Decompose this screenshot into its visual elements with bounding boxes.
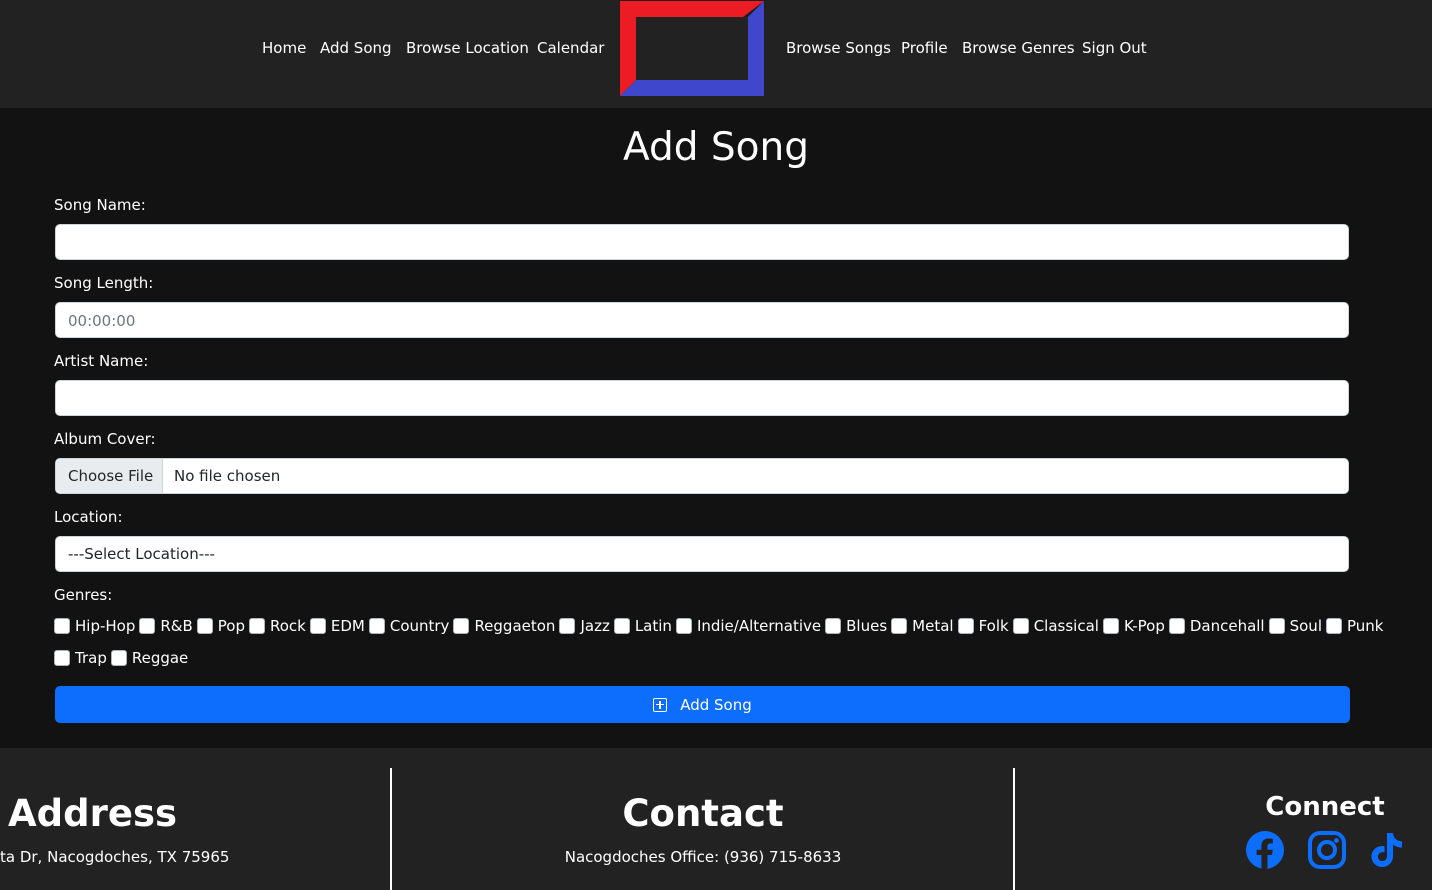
contact-text: Nacogdoches Office: (936) 715-8633 (564, 848, 842, 866)
plus-square-icon (653, 697, 668, 712)
genre-soul[interactable]: Soul (1268, 616, 1322, 636)
nav-home[interactable]: Home (262, 38, 306, 58)
genre-k-pop[interactable]: K-Pop (1102, 616, 1165, 636)
tiktok-icon[interactable] (1367, 830, 1407, 870)
genres-row-1: Hip-Hop R&B Pop Rock EDM Country Reggaet… (54, 615, 1383, 637)
genre-punk[interactable]: Punk (1325, 616, 1383, 636)
location-selected: ---Select Location--- (68, 545, 215, 563)
genre-metal[interactable]: Metal (891, 616, 954, 636)
checkbox[interactable] (139, 618, 156, 634)
checkbox[interactable] (110, 650, 127, 666)
checkbox[interactable] (825, 618, 842, 634)
footer-divider (1013, 768, 1015, 890)
checkbox[interactable] (559, 618, 576, 634)
genre-edm[interactable]: EDM (309, 616, 365, 636)
checkbox[interactable] (1012, 618, 1029, 634)
genre-reggaeton[interactable]: Reggaeton (453, 616, 555, 636)
nav-browse-songs[interactable]: Browse Songs (786, 38, 891, 58)
genre-rock[interactable]: Rock (249, 616, 306, 636)
album-cover-label: Album Cover: (54, 430, 156, 448)
facebook-icon[interactable] (1245, 830, 1285, 870)
genres-label: Genres: (54, 586, 113, 604)
genres-checkbox-group: Hip-Hop R&B Pop Rock EDM Country Reggaet… (54, 615, 1383, 679)
genres-row-2: Trap Reggae (54, 647, 1354, 669)
song-length-placeholder: 00:00:00 (68, 312, 136, 330)
nav-calendar[interactable]: Calendar (537, 38, 604, 58)
add-song-button[interactable]: Add Song (55, 686, 1350, 723)
page-title: Add Song (623, 125, 809, 170)
footer: Address ta Dr, Nacogdoches, TX 75965 Con… (0, 748, 1432, 890)
song-name-input[interactable] (55, 224, 1349, 260)
artist-name-label: Artist Name: (54, 352, 149, 370)
contact-heading: Contact (622, 792, 784, 835)
nav-add-song[interactable]: Add Song (320, 38, 392, 58)
checkbox[interactable] (1325, 618, 1342, 634)
genre-pop[interactable]: Pop (196, 616, 245, 636)
choose-file-label: Choose File (68, 467, 154, 485)
nav-profile[interactable]: Profile (901, 38, 948, 58)
checkbox[interactable] (1168, 618, 1185, 634)
add-song-button-label: Add Song (680, 695, 752, 714)
genre-latin[interactable]: Latin (613, 616, 672, 636)
checkbox[interactable] (249, 618, 265, 634)
file-status: No file chosen (174, 467, 281, 485)
genre-hip-hop[interactable]: Hip-Hop (54, 616, 135, 636)
instagram-icon[interactable] (1307, 830, 1347, 870)
nav-browse-location[interactable]: Browse Location (406, 38, 529, 58)
genre-folk[interactable]: Folk (957, 616, 1009, 636)
album-cover-file-input[interactable]: Choose File No file chosen (55, 458, 1349, 494)
connect-heading: Connect (1265, 792, 1385, 822)
genre-reggae[interactable]: Reggae (110, 648, 188, 668)
checkbox[interactable] (54, 618, 70, 634)
genre-country[interactable]: Country (368, 616, 449, 636)
checkbox[interactable] (613, 618, 630, 634)
checkbox[interactable] (309, 618, 326, 634)
checkbox[interactable] (675, 618, 692, 634)
navbar: Home Add Song Browse Location Calendar B… (0, 0, 1432, 108)
choose-file-button[interactable]: Choose File (56, 459, 163, 493)
genre-classical[interactable]: Classical (1012, 616, 1099, 636)
checkbox[interactable] (957, 618, 974, 634)
nav-sign-out[interactable]: Sign Out (1082, 38, 1147, 58)
address-text: ta Dr, Nacogdoches, TX 75965 (0, 848, 230, 866)
address-heading: Address (8, 792, 177, 835)
genre-rnb[interactable]: R&B (139, 616, 193, 636)
song-name-label: Song Name: (54, 196, 146, 214)
genre-dancehall[interactable]: Dancehall (1168, 616, 1265, 636)
checkbox[interactable] (891, 618, 908, 634)
song-length-label: Song Length: (54, 274, 154, 292)
location-label: Location: (54, 508, 123, 526)
checkbox[interactable] (368, 618, 385, 634)
site-logo[interactable] (619, 0, 765, 96)
genre-blues[interactable]: Blues (825, 616, 887, 636)
nav-browse-genres[interactable]: Browse Genres (962, 38, 1075, 58)
genre-trap[interactable]: Trap (54, 648, 107, 668)
genre-jazz[interactable]: Jazz (559, 616, 610, 636)
checkbox[interactable] (54, 650, 70, 666)
artist-name-input[interactable] (55, 380, 1349, 416)
checkbox[interactable] (196, 618, 213, 634)
genre-indie-alternative[interactable]: Indie/Alternative (675, 616, 821, 636)
checkbox[interactable] (1102, 618, 1119, 634)
checkbox[interactable] (453, 618, 470, 634)
song-length-input[interactable]: 00:00:00 (55, 302, 1349, 338)
location-select[interactable]: ---Select Location--- (55, 536, 1349, 572)
checkbox[interactable] (1268, 618, 1285, 634)
